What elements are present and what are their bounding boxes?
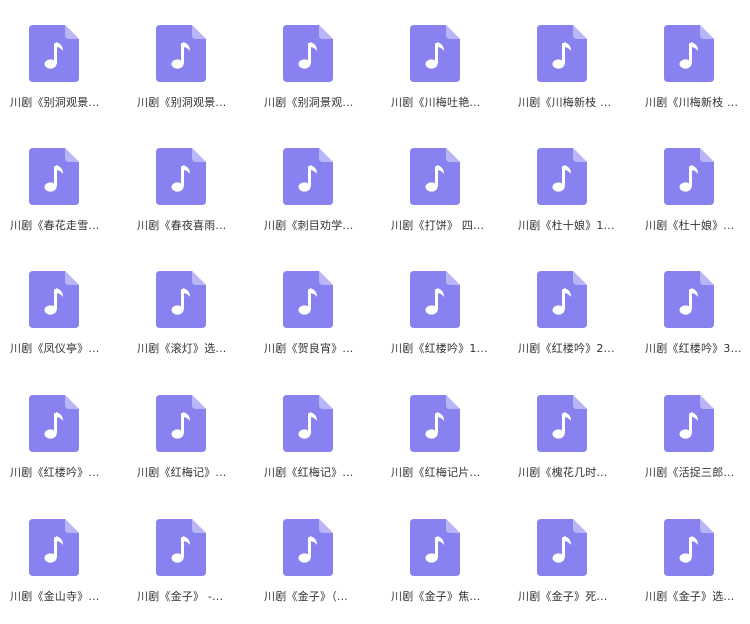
music-file-icon <box>664 395 714 452</box>
file-item[interactable]: 川剧《杜十娘》1... <box>508 123 635 246</box>
music-file-icon <box>664 25 714 82</box>
music-file-icon <box>29 148 79 205</box>
music-file-icon <box>410 148 460 205</box>
file-name-label: 川剧《别洞观景... <box>10 96 100 109</box>
file-name-label: 川剧《川梅新枝 ... <box>518 96 612 109</box>
file-item[interactable]: 川剧《红楼吟》2... <box>508 246 635 369</box>
file-item[interactable]: 川剧《别洞观景... <box>127 0 254 123</box>
music-file-icon <box>29 271 79 328</box>
file-item[interactable]: 川剧《刺目劝学... <box>254 123 381 246</box>
file-item[interactable]: 川剧《红楼吟》1... <box>381 246 508 369</box>
music-file-icon <box>410 271 460 328</box>
file-name-label: 川剧《红楼吟》... <box>10 466 100 479</box>
music-file-icon <box>283 395 333 452</box>
music-file-icon <box>410 25 460 82</box>
music-file-icon <box>664 519 714 576</box>
music-file-icon <box>410 395 460 452</box>
file-name-label: 川剧《槐花几时... <box>518 466 608 479</box>
file-item[interactable]: 川剧《金子》焦... <box>381 494 508 617</box>
file-item[interactable]: 川剧《金子》选... <box>635 494 750 617</box>
music-file-icon <box>664 148 714 205</box>
file-item[interactable]: 川剧《川梅新枝 ... <box>635 0 750 123</box>
file-item[interactable]: 川剧《春花走雪... <box>0 123 127 246</box>
file-name-label: 川剧《金子》死... <box>518 590 608 603</box>
file-item[interactable]: 川剧《金子》 -... <box>127 494 254 617</box>
file-item[interactable]: 川剧《别洞景观... <box>254 0 381 123</box>
file-name-label: 川剧《红梅记片... <box>391 466 481 479</box>
music-file-icon <box>537 519 587 576</box>
file-item[interactable]: 川剧《贺良宵》... <box>254 246 381 369</box>
music-file-icon <box>156 395 206 452</box>
music-file-icon <box>156 271 206 328</box>
file-name-label: 川剧《金子》（... <box>264 590 348 603</box>
file-name-label: 川剧《凤仪亭》... <box>10 342 100 355</box>
file-name-label: 川剧《春夜喜雨... <box>137 219 227 232</box>
file-name-label: 川剧《川梅吐艳... <box>391 96 481 109</box>
file-item[interactable]: 川剧《春夜喜雨... <box>127 123 254 246</box>
file-name-label: 川剧《打饼》 四... <box>391 219 485 232</box>
file-item[interactable]: 川剧《川梅吐艳... <box>381 0 508 123</box>
file-name-label: 川剧《金子》选... <box>645 590 735 603</box>
file-item[interactable]: 川剧《活捉三郎... <box>635 370 750 493</box>
file-item[interactable]: 川剧《金子》（... <box>254 494 381 617</box>
file-item[interactable]: 川剧《红梅记》... <box>127 370 254 493</box>
music-file-icon <box>537 395 587 452</box>
music-file-icon <box>283 271 333 328</box>
file-name-label: 川剧《滚灯》选... <box>137 342 227 355</box>
file-name-label: 川剧《红楼吟》3... <box>645 342 742 355</box>
music-file-icon <box>283 25 333 82</box>
file-name-label: 川剧《金子》 -... <box>137 590 224 603</box>
music-file-icon <box>664 271 714 328</box>
music-file-icon <box>29 519 79 576</box>
file-item[interactable]: 川剧《红梅记片... <box>381 370 508 493</box>
file-grid: 川剧《别洞观景... 川剧《别洞观景... 川剧《别洞景观... 川剧《川梅吐艳...… <box>0 0 750 624</box>
file-name-label: 川剧《杜十娘》1... <box>518 219 615 232</box>
file-name-label: 川剧《红梅记》... <box>137 466 227 479</box>
music-file-icon <box>537 25 587 82</box>
file-name-label: 川剧《红梅记》... <box>264 466 354 479</box>
file-name-label: 川剧《红楼吟》2... <box>518 342 615 355</box>
file-name-label: 川剧《贺良宵》... <box>264 342 354 355</box>
file-item[interactable]: 川剧《槐花几时... <box>508 370 635 493</box>
music-file-icon <box>156 519 206 576</box>
file-item[interactable]: 川剧《打饼》 四... <box>381 123 508 246</box>
music-file-icon <box>156 148 206 205</box>
file-name-label: 川剧《金子》焦... <box>391 590 481 603</box>
file-name-label: 川剧《别洞观景... <box>137 96 227 109</box>
music-file-icon <box>537 148 587 205</box>
file-item[interactable]: 川剧《金山寺》... <box>0 494 127 617</box>
file-item[interactable]: 川剧《滚灯》选... <box>127 246 254 369</box>
file-item[interactable]: 川剧《红楼吟》3... <box>635 246 750 369</box>
music-file-icon <box>283 519 333 576</box>
music-file-icon <box>537 271 587 328</box>
file-name-label: 川剧《别洞景观... <box>264 96 354 109</box>
file-item[interactable]: 川剧《杜十娘》... <box>635 123 750 246</box>
file-name-label: 川剧《春花走雪... <box>10 219 100 232</box>
file-item[interactable]: 川剧《别洞观景... <box>0 0 127 123</box>
music-file-icon <box>410 519 460 576</box>
file-item[interactable]: 川剧《金子》死... <box>508 494 635 617</box>
file-name-label: 川剧《金山寺》... <box>10 590 100 603</box>
music-file-icon <box>156 25 206 82</box>
file-item[interactable]: 川剧《红梅记》... <box>254 370 381 493</box>
file-item[interactable]: 川剧《川梅新枝 ... <box>508 0 635 123</box>
file-name-label: 川剧《刺目劝学... <box>264 219 354 232</box>
file-name-label: 川剧《川梅新枝 ... <box>645 96 739 109</box>
file-item[interactable]: 川剧《红楼吟》... <box>0 370 127 493</box>
file-name-label: 川剧《杜十娘》... <box>645 219 735 232</box>
file-name-label: 川剧《活捉三郎... <box>645 466 735 479</box>
music-file-icon <box>29 395 79 452</box>
music-file-icon <box>283 148 333 205</box>
music-file-icon <box>29 25 79 82</box>
file-item[interactable]: 川剧《凤仪亭》... <box>0 246 127 369</box>
file-name-label: 川剧《红楼吟》1... <box>391 342 488 355</box>
